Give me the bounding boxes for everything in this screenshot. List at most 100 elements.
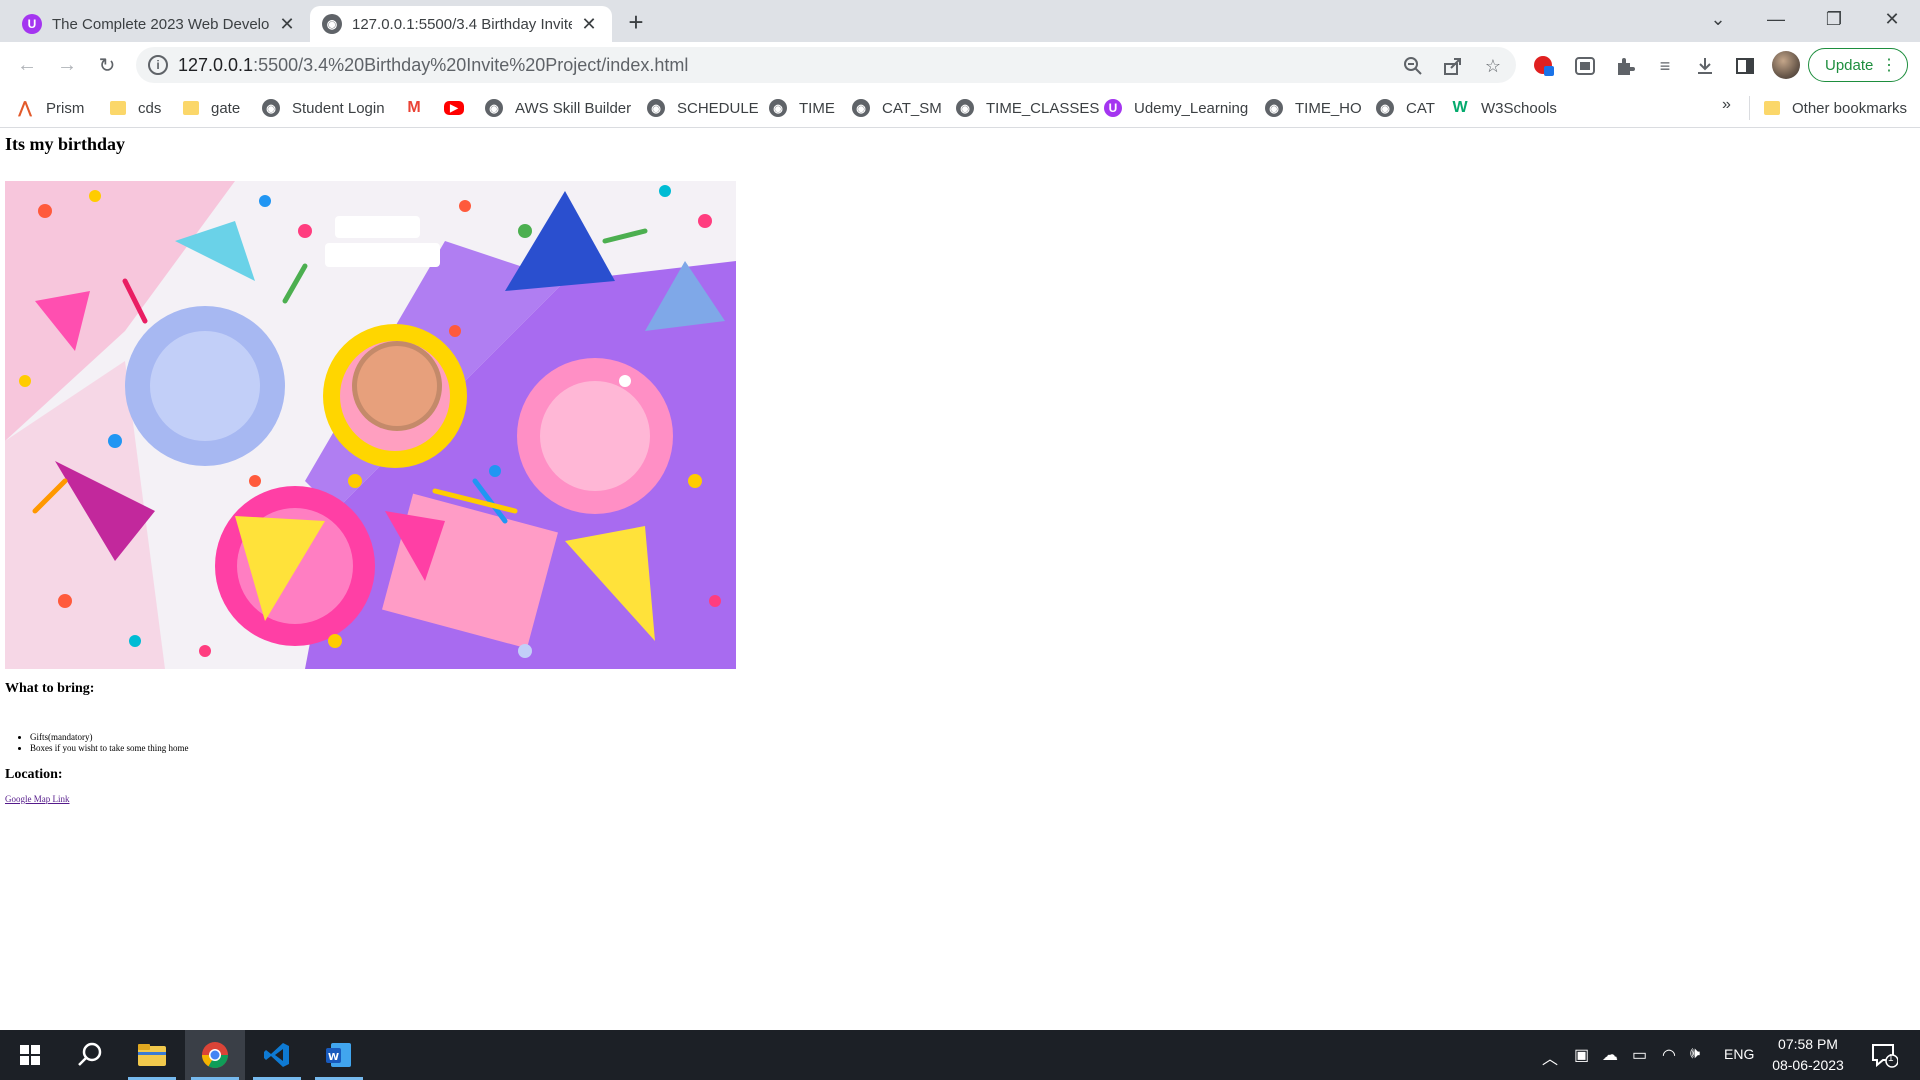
- globe-icon: ◉: [1376, 99, 1394, 117]
- show-hidden-icons[interactable]: ︿: [1542, 1045, 1558, 1069]
- url-text[interactable]: 127.0.0.1:5500/3.4%20Birthday%20Invite%2…: [178, 55, 688, 76]
- clock-time: 07:58 PM: [1778, 1036, 1838, 1052]
- file-explorer-button[interactable]: [122, 1030, 182, 1080]
- tab-search-icon[interactable]: ⌄: [1690, 0, 1746, 38]
- bookmark-youtube[interactable]: ▶: [444, 97, 476, 119]
- gmail-icon: M: [407, 99, 421, 116]
- chrome-button[interactable]: [185, 1030, 245, 1080]
- location-heading: Location:: [5, 767, 63, 782]
- clock-date: 08-06-2023: [1772, 1057, 1844, 1073]
- meet-now-icon[interactable]: ▣: [1574, 1045, 1589, 1065]
- zoom-icon[interactable]: [1402, 55, 1424, 77]
- word-button[interactable]: W: [309, 1030, 369, 1080]
- youtube-icon: ▶: [444, 101, 464, 115]
- globe-icon: ◉: [1265, 99, 1283, 117]
- bookmark-label: TIME_HO: [1295, 99, 1362, 117]
- list-item: Gifts(mandatory): [30, 732, 188, 743]
- bookmark-label: W3Schools: [1481, 99, 1557, 117]
- prism-icon: ⋀: [18, 100, 32, 117]
- page-heading: Its my birthday: [5, 134, 126, 154]
- side-panel-icon[interactable]: [1733, 54, 1757, 78]
- minimize-button[interactable]: —: [1748, 0, 1804, 38]
- close-tab-icon[interactable]: ✕: [276, 13, 298, 35]
- bookmark-label: Udemy_Learning: [1134, 99, 1249, 117]
- tab-birthday-invite[interactable]: ◉ 127.0.0.1:5500/3.4 Birthday Invite ✕: [310, 6, 612, 42]
- wifi-icon[interactable]: ◠: [1662, 1045, 1676, 1065]
- share-icon[interactable]: [1442, 55, 1464, 77]
- search-button[interactable]: [60, 1030, 120, 1080]
- bookmark-gmail[interactable]: M: [405, 97, 435, 119]
- bookmark-label: CAT_SM: [882, 99, 942, 117]
- new-tab-button[interactable]: +: [622, 7, 650, 37]
- site-info-icon[interactable]: i: [148, 55, 168, 75]
- extension-adblock-icon[interactable]: [1532, 54, 1556, 78]
- bookmark-label: SCHEDULE: [677, 99, 759, 117]
- folder-icon: [1764, 101, 1780, 115]
- google-map-link[interactable]: Google Map Link: [5, 794, 70, 804]
- notifications-icon[interactable]: 1: [1870, 1042, 1899, 1073]
- vscode-button[interactable]: [247, 1030, 307, 1080]
- windows-start-button[interactable]: [0, 1030, 60, 1080]
- bookmark-other-bookmarks[interactable]: Other bookmarks: [1764, 97, 1907, 119]
- system-clock[interactable]: 07:58 PM 08-06-2023: [1760, 1034, 1856, 1076]
- profile-avatar[interactable]: [1772, 51, 1800, 79]
- battery-icon[interactable]: ▭: [1632, 1045, 1647, 1065]
- udemy-icon: U: [22, 14, 42, 34]
- bookmark-star-icon[interactable]: ☆: [1482, 55, 1504, 77]
- language-indicator[interactable]: ENG: [1724, 1046, 1754, 1062]
- bookmark-label: CAT: [1406, 99, 1435, 117]
- bookmark-time-classes[interactable]: ◉ TIME_CLASSES: [956, 97, 1099, 119]
- windows-taskbar: W ︿ ▣ ☁ ▭ ◠ 🕪 ENG 07:58 PM 08-06-2023 1: [0, 1030, 1920, 1080]
- bookmark-w3schools[interactable]: W W3Schools: [1451, 97, 1557, 119]
- what-to-bring-heading: What to bring:: [5, 681, 95, 696]
- extension-tab-icon[interactable]: [1573, 54, 1597, 78]
- globe-icon: ◉: [262, 99, 280, 117]
- url-path: :5500/3.4%20Birthday%20Invite%20Project/…: [253, 55, 689, 75]
- reload-button[interactable]: ↻: [92, 50, 122, 80]
- bookmark-cat-sm[interactable]: ◉ CAT_SM: [852, 97, 942, 119]
- close-window-button[interactable]: ✕: [1864, 0, 1920, 38]
- bookmark-time-ho[interactable]: ◉ TIME_HO: [1265, 97, 1362, 119]
- bookmark-label: cds: [138, 99, 162, 117]
- bookmark-cds[interactable]: cds: [110, 97, 161, 119]
- bookmark-gate[interactable]: gate: [183, 97, 240, 119]
- close-tab-icon[interactable]: ✕: [578, 13, 600, 35]
- menu-kebab-icon: ⋮: [1881, 57, 1897, 74]
- bookmark-label: Student Login: [292, 99, 385, 117]
- udemy-icon: U: [1104, 99, 1122, 117]
- bring-list: Gifts(mandatory) Boxes if you wisht to t…: [30, 732, 188, 754]
- globe-icon: ◉: [852, 99, 870, 117]
- list-item: Boxes if you wisht to take some thing ho…: [30, 743, 188, 754]
- onedrive-icon[interactable]: ☁: [1602, 1045, 1618, 1065]
- bookmark-udemy-learning[interactable]: U Udemy_Learning: [1104, 97, 1248, 119]
- restore-button[interactable]: ❐: [1806, 0, 1862, 38]
- extensions-puzzle-icon[interactable]: [1613, 54, 1637, 78]
- bookmarks-bar: ⋀ Prism cds gate ◉ Student Login M ▶ ◉ AWS …: [0, 88, 1920, 128]
- forward-button[interactable]: →: [52, 50, 82, 80]
- back-button[interactable]: ←: [12, 50, 42, 80]
- svg-text:W: W: [328, 1052, 339, 1063]
- folder-icon: [110, 101, 126, 115]
- globe-icon: ◉: [769, 99, 787, 117]
- browser-toolbar: ← → ↻ i 127.0.0.1:5500/3.4%20Birthday%20…: [0, 42, 1920, 88]
- bookmark-student-login[interactable]: ◉ Student Login: [262, 97, 385, 119]
- globe-icon: ◉: [322, 14, 342, 34]
- globe-icon: ◉: [485, 99, 503, 117]
- bookmarks-overflow-icon[interactable]: »: [1722, 96, 1731, 114]
- bookmark-prism[interactable]: ⋀ Prism: [16, 97, 84, 119]
- tab-udemy-course[interactable]: U The Complete 2023 Web Develop ✕: [10, 6, 310, 42]
- update-button[interactable]: Update ⋮: [1808, 48, 1908, 82]
- bookmark-label: Prism: [46, 99, 85, 117]
- address-bar[interactable]: i 127.0.0.1:5500/3.4%20Birthday%20Invite…: [136, 47, 1516, 83]
- volume-icon[interactable]: 🕪: [1690, 1045, 1700, 1063]
- bookmark-schedule[interactable]: ◉ SCHEDULE: [647, 97, 759, 119]
- tab-strip: U The Complete 2023 Web Develop ✕ ◉ 127.…: [0, 0, 1920, 42]
- bookmark-label: Other bookmarks: [1792, 99, 1908, 117]
- tab-title: The Complete 2023 Web Develop: [52, 15, 270, 33]
- bookmark-cat[interactable]: ◉ CAT: [1376, 97, 1435, 119]
- downloads-icon[interactable]: [1693, 54, 1717, 78]
- reading-list-icon[interactable]: ≡: [1653, 54, 1677, 78]
- bookmark-aws-skill-builder[interactable]: ◉ AWS Skill Builder: [485, 97, 631, 119]
- bookmark-time[interactable]: ◉ TIME: [769, 97, 835, 119]
- bookmark-label: TIME_CLASSES: [986, 99, 1100, 117]
